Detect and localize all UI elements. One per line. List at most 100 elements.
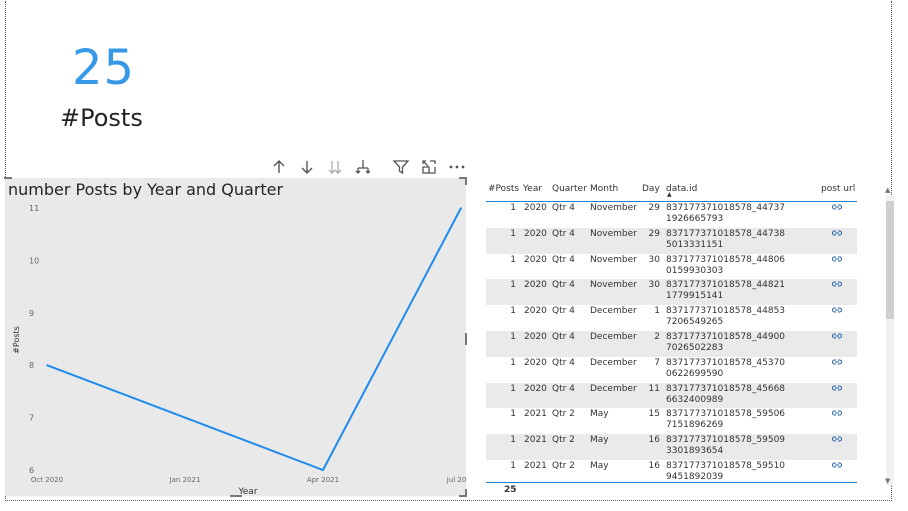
- table-row[interactable]: 1 2020 Qtr 4 December 11 837177371018578_4566…: [486, 382, 857, 409]
- cell-data-id: 837177371018578_448060159930303: [666, 254, 786, 276]
- y-tick-label: 7: [29, 414, 34, 423]
- cell-quarter: Qtr 4: [552, 254, 575, 265]
- header-month[interactable]: Month: [590, 184, 618, 194]
- cell-year: 2020: [524, 228, 547, 239]
- scroll-down-icon[interactable]: ▼: [885, 477, 890, 485]
- cell-year: 2020: [524, 280, 547, 291]
- more-options-icon[interactable]: [446, 156, 468, 178]
- link-icon[interactable]: [832, 358, 842, 370]
- scrollbar-thumb[interactable]: [886, 201, 894, 319]
- table-row[interactable]: 1 2020 Qtr 4 November 30 837177371018578_4482…: [486, 279, 857, 306]
- filter-icon[interactable]: [390, 156, 412, 178]
- table-row[interactable]: 1 2020 Qtr 4 November 30 837177371018578_4480…: [486, 254, 857, 280]
- cell-posts: 1: [510, 203, 516, 213]
- table-row[interactable]: 1 2021 Qtr 2 May 16 837177371018578_595093301…: [486, 434, 857, 460]
- header-post-url[interactable]: post url: [821, 184, 855, 194]
- drill-hierarchy-icon[interactable]: [352, 156, 374, 178]
- cell-posts: 1: [510, 254, 516, 265]
- header-quarter[interactable]: Quarter: [552, 184, 587, 194]
- resize-handle-top-left[interactable]: [4, 177, 12, 179]
- link-icon[interactable]: [832, 255, 842, 267]
- link-icon[interactable]: [832, 229, 842, 241]
- link-icon[interactable]: [832, 203, 842, 215]
- data-point: [460, 207, 462, 209]
- cell-month: December: [590, 357, 637, 368]
- cell-posts: 1: [510, 435, 516, 446]
- resize-handle-top-right-v[interactable]: [465, 177, 467, 185]
- cell-quarter: Qtr 2: [552, 409, 575, 420]
- cell-quarter: Qtr 4: [552, 203, 575, 213]
- cell-posts: 1: [510, 460, 516, 471]
- visual-toolbar: [268, 156, 468, 178]
- sort-ascending-icon[interactable]: [268, 156, 290, 178]
- cell-day: 16: [648, 460, 660, 471]
- x-tick-label: Jul 2021: [446, 476, 466, 484]
- link-icon[interactable]: [832, 306, 842, 318]
- cell-quarter: Qtr 4: [552, 331, 575, 342]
- cell-data-id: 837177371018578_448537206549265: [666, 306, 786, 328]
- table-row[interactable]: 1 2020 Qtr 4 December 7 837177371018578_45370…: [486, 357, 857, 383]
- card-label: #Posts: [60, 104, 143, 132]
- cell-posts: 1: [510, 280, 516, 291]
- total-divider: [486, 482, 857, 483]
- table-row[interactable]: 1 2020 Qtr 4 November 29 837177371018578_4473…: [486, 227, 857, 254]
- cell-year: 2020: [524, 383, 547, 394]
- table-row[interactable]: 1 2020 Qtr 4 December 1 837177371018578_44853…: [486, 305, 857, 331]
- cell-quarter: Qtr 4: [552, 383, 575, 394]
- cell-year: 2020: [524, 203, 547, 213]
- cell-year: 2021: [524, 409, 547, 420]
- table-row[interactable]: 1 2020 Qtr 4 November 29 837177371018578_4473…: [486, 202, 857, 228]
- link-icon[interactable]: [832, 280, 842, 292]
- link-icon[interactable]: [832, 384, 842, 396]
- scroll-up-icon[interactable]: ▲: [885, 186, 890, 194]
- cell-quarter: Qtr 2: [552, 435, 575, 446]
- cell-data-id: 837177371018578_453700622699590: [666, 357, 786, 379]
- link-icon[interactable]: [832, 461, 842, 473]
- cell-year: 2021: [524, 435, 547, 446]
- y-tick-label: 9: [29, 309, 34, 318]
- cell-posts: 1: [510, 331, 516, 342]
- header-posts[interactable]: #Posts: [488, 184, 519, 194]
- x-tick-label: Jan 2021: [169, 476, 201, 484]
- cell-data-id: 837177371018578_449007026502283: [666, 331, 786, 353]
- cell-day: 1: [654, 306, 660, 317]
- cell-quarter: Qtr 2: [552, 460, 575, 471]
- cell-posts: 1: [510, 357, 516, 368]
- link-icon[interactable]: [832, 332, 842, 344]
- cell-posts: 1: [510, 306, 516, 317]
- table-body: 1 2020 Qtr 4 November 29 837177371018578_4473…: [486, 202, 857, 486]
- y-tick-label: 10: [29, 256, 39, 265]
- resize-handle-bottom[interactable]: [230, 495, 242, 497]
- cell-data-id: 837177371018578_447385013331151: [666, 228, 786, 250]
- link-icon[interactable]: [832, 409, 842, 421]
- table-row[interactable]: 1 2021 Qtr 2 May 15 837177371018578_595067151…: [486, 408, 857, 434]
- resize-handle-right[interactable]: [465, 333, 467, 345]
- y-tick-label: 6: [29, 466, 34, 475]
- sort-indicator-icon: ▲: [667, 191, 672, 198]
- cell-year: 2020: [524, 306, 547, 317]
- y-axis-label: #Posts: [12, 326, 21, 354]
- data-point: [46, 364, 48, 366]
- cell-quarter: Qtr 4: [552, 306, 575, 317]
- cell-quarter: Qtr 4: [552, 357, 575, 368]
- sort-descending-icon[interactable]: [296, 156, 318, 178]
- header-day[interactable]: Day: [642, 184, 660, 194]
- cell-month: May: [590, 409, 609, 420]
- cell-day: 16: [648, 435, 660, 446]
- table-row[interactable]: 1 2020 Qtr 4 December 2 837177371018578_44900…: [486, 330, 857, 357]
- cell-posts: 1: [510, 228, 516, 239]
- resize-handle-bottom-right-v[interactable]: [465, 489, 467, 497]
- header-year[interactable]: Year: [523, 184, 542, 194]
- cell-data-id: 837177371018578_448211779915141: [666, 280, 786, 302]
- expand-all-down-icon[interactable]: [324, 156, 346, 178]
- card-value: 25: [72, 40, 136, 96]
- y-tick-label: 8: [29, 361, 34, 370]
- y-tick-label: 11: [29, 204, 39, 213]
- cell-month: November: [590, 254, 637, 265]
- cell-data-id: 837177371018578_595109451892039: [666, 460, 786, 482]
- focus-mode-icon[interactable]: [418, 156, 440, 178]
- cell-month: May: [590, 460, 609, 471]
- link-icon[interactable]: [832, 435, 842, 447]
- cell-year: 2021: [524, 460, 547, 471]
- table-total: 25: [504, 485, 517, 495]
